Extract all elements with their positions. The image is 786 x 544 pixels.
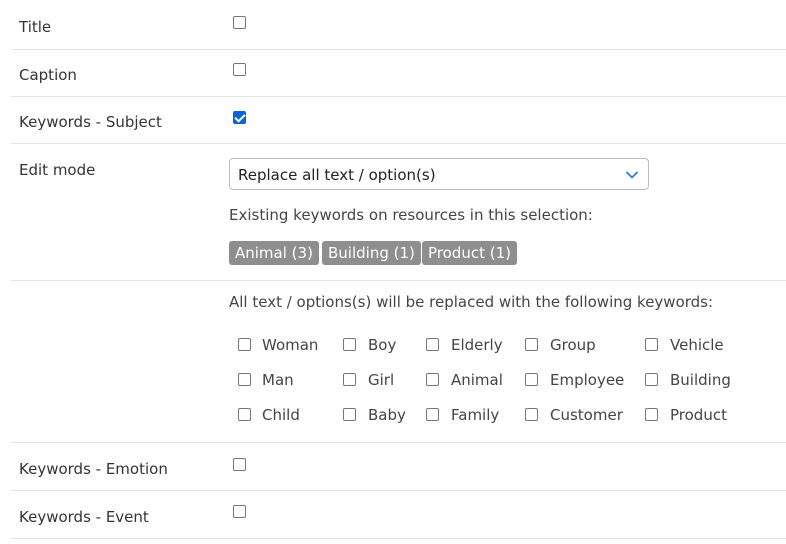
- keyword-checkbox-girl[interactable]: [343, 373, 356, 386]
- field-row-title: [11, 0, 786, 50]
- keyword-label: Vehicle: [670, 336, 724, 354]
- field-label-title: Title: [19, 18, 52, 36]
- edit-mode-select[interactable]: Replace all text / option(s): [229, 158, 649, 190]
- keyword-checkbox-vehicle[interactable]: [645, 338, 658, 351]
- edit-mode-selected-value: Replace all text / option(s): [238, 166, 436, 184]
- keyword-checkbox-product[interactable]: [645, 408, 658, 421]
- keyword-label: Woman: [262, 336, 319, 354]
- field-label-caption: Caption: [19, 66, 77, 84]
- keyword-label: Customer: [550, 406, 623, 424]
- field-label-edit-mode: Edit mode: [19, 161, 96, 179]
- keywords-subject-checkbox[interactable]: [233, 111, 246, 124]
- keyword-checkbox-boy[interactable]: [343, 338, 356, 351]
- keyword-label: Animal: [451, 371, 503, 389]
- keyword-checkbox-group[interactable]: [525, 338, 538, 351]
- field-row-caption: [11, 50, 786, 97]
- keyword-label: Child: [262, 406, 300, 424]
- keyword-label: Group: [550, 336, 596, 354]
- field-label-keywords-emotion: Keywords - Emotion: [19, 460, 168, 478]
- keyword-checkbox-woman[interactable]: [238, 338, 251, 351]
- keyword-label: Building: [670, 371, 731, 389]
- field-label-keywords-event: Keywords - Event: [19, 508, 149, 526]
- keyword-checkbox-baby[interactable]: [343, 408, 356, 421]
- replace-keywords-heading: All text / options(s) will be replaced w…: [229, 293, 714, 311]
- keyword-label: Girl: [368, 371, 395, 389]
- keyword-checkbox-man[interactable]: [238, 373, 251, 386]
- caption-checkbox[interactable]: [233, 63, 246, 76]
- keyword-checkbox-elderly[interactable]: [426, 338, 439, 351]
- existing-keywords-heading: Existing keywords on resources in this s…: [229, 206, 593, 224]
- keyword-checkbox-child[interactable]: [238, 408, 251, 421]
- keyword-checkbox-family[interactable]: [426, 408, 439, 421]
- field-label-keywords-subject: Keywords - Subject: [19, 113, 162, 131]
- keyword-checkbox-animal[interactable]: [426, 373, 439, 386]
- keywords-event-checkbox[interactable]: [233, 505, 246, 518]
- keyword-checkbox-building[interactable]: [645, 373, 658, 386]
- existing-keyword-tag: Product (1): [422, 241, 517, 265]
- existing-keyword-tag: Building (1): [322, 241, 421, 265]
- keyword-checkbox-customer[interactable]: [525, 408, 538, 421]
- existing-keyword-tag: Animal (3): [229, 241, 319, 265]
- chevron-down-icon: [626, 171, 638, 179]
- keyword-label: Man: [262, 371, 294, 389]
- keyword-label: Employee: [550, 371, 625, 389]
- keyword-label: Baby: [368, 406, 406, 424]
- keyword-label: Boy: [368, 336, 397, 354]
- keyword-label: Family: [451, 406, 500, 424]
- title-checkbox[interactable]: [233, 16, 246, 29]
- keyword-label: Elderly: [451, 336, 503, 354]
- keyword-checkbox-employee[interactable]: [525, 373, 538, 386]
- keyword-label: Product: [670, 406, 727, 424]
- keywords-emotion-checkbox[interactable]: [233, 458, 246, 471]
